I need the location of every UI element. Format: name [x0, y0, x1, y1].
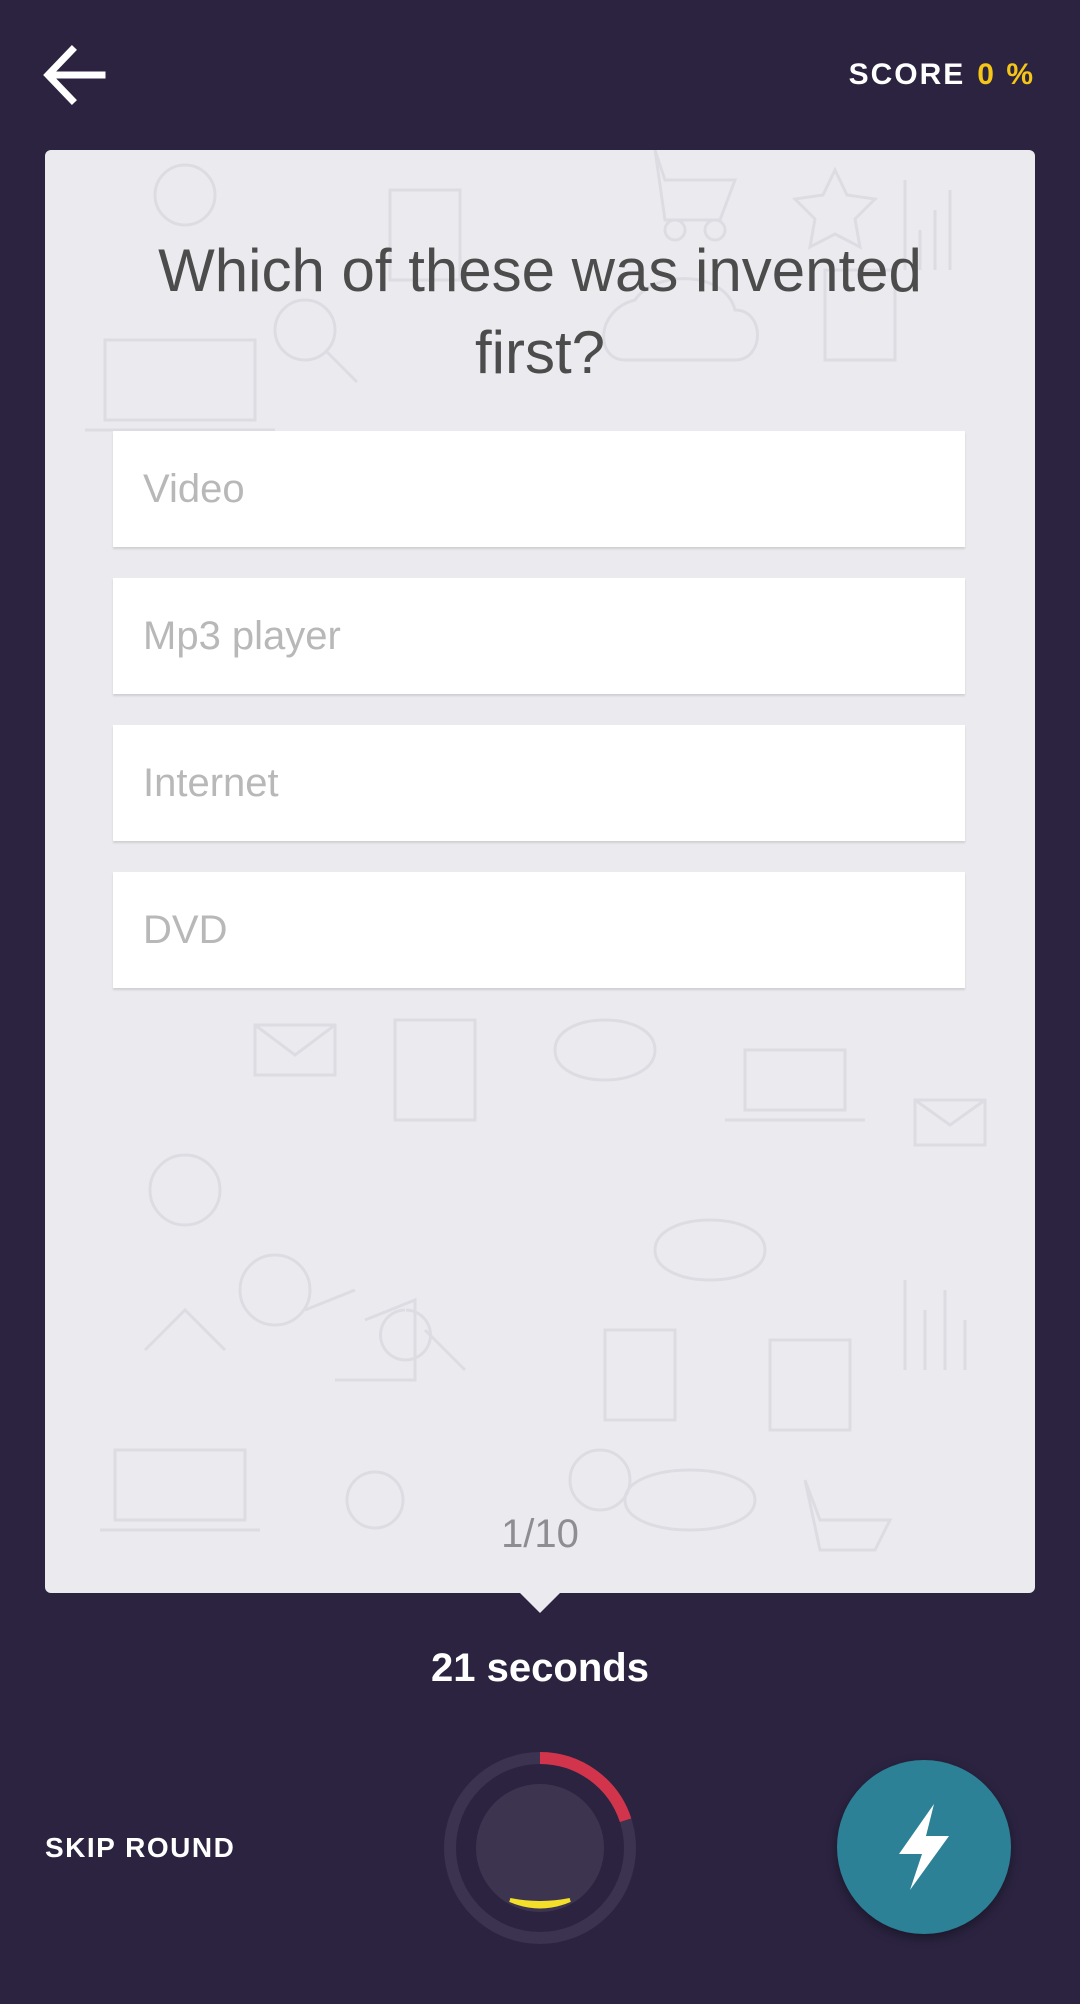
answer-option-2[interactable]: Mp3 player — [113, 578, 965, 694]
answer-option-3[interactable]: Internet — [113, 725, 965, 841]
score-label: SCORE — [848, 58, 966, 91]
skip-round-button[interactable]: SKIP ROUND — [45, 1832, 235, 1864]
answer-option-4[interactable]: DVD — [113, 872, 965, 988]
timer-gauge — [444, 1752, 636, 1944]
lightning-bolt-icon — [899, 1804, 949, 1890]
boost-button[interactable] — [837, 1760, 1011, 1934]
question-progress: 1/10 — [501, 1512, 579, 1556]
score-value: 0 % — [977, 58, 1035, 91]
score-display: SCORE 0 % — [849, 58, 1035, 92]
timer-ring-inner — [476, 1784, 604, 1912]
question-card: Which of these was invented first? Video… — [45, 150, 1035, 1593]
question-text: Which of these was invented first? — [158, 237, 922, 386]
arrow-left-icon — [43, 45, 106, 105]
back-button[interactable] — [40, 40, 110, 110]
card-pointer — [520, 1593, 560, 1613]
answer-option-1[interactable]: Video — [113, 431, 965, 547]
timer-text: 21 seconds — [431, 1646, 649, 1690]
